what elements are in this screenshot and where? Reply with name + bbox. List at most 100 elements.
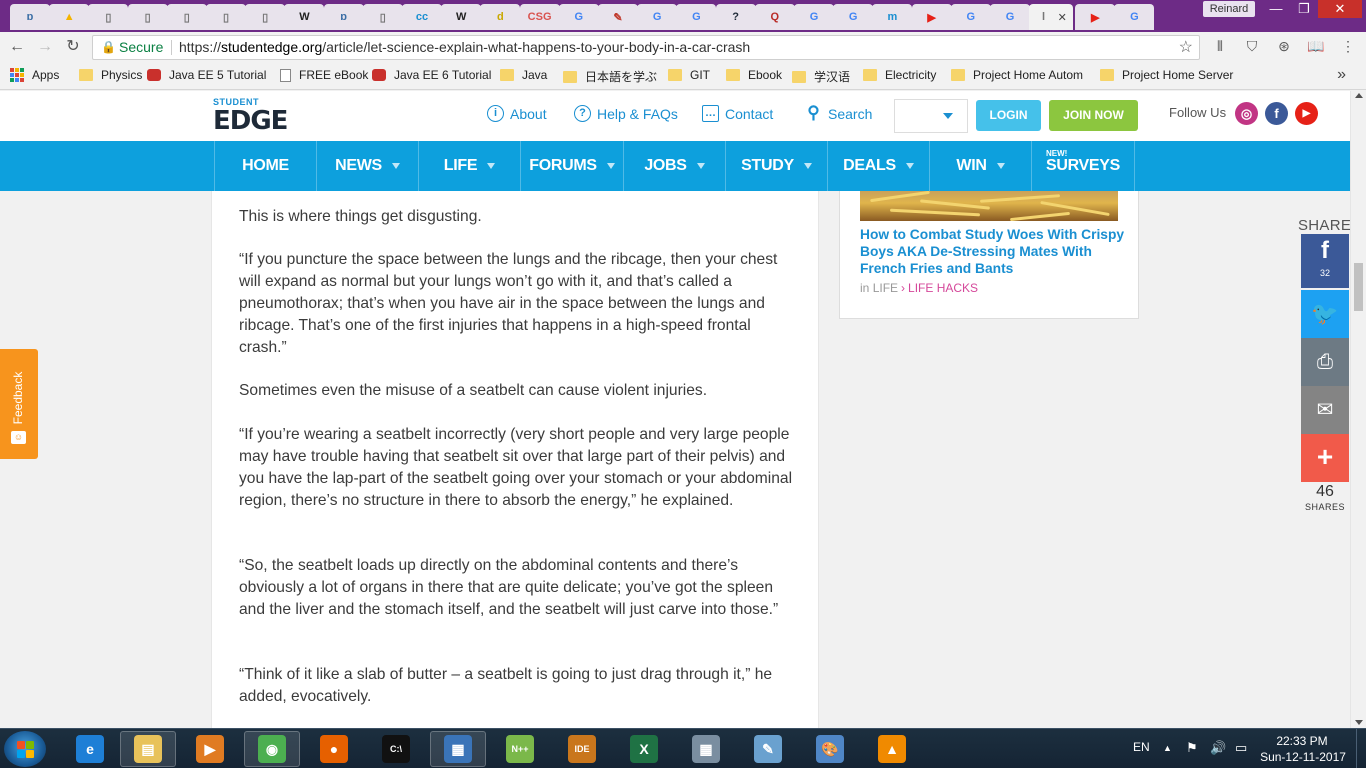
share-email-button[interactable]: ✉ xyxy=(1301,386,1349,434)
browser-tab[interactable]: Q xyxy=(754,4,795,30)
help-faqs-link[interactable]: ? Help & FAQs xyxy=(574,105,678,122)
browser-tab[interactable]: ▶ xyxy=(911,4,952,30)
share-more-button[interactable]: + xyxy=(1301,434,1349,482)
browser-tab[interactable]: G xyxy=(676,4,717,30)
bookmark-item[interactable]: Java xyxy=(500,68,547,82)
extension-shield-icon[interactable]: ⛉ xyxy=(1242,36,1262,56)
related-article-card[interactable]: How to Combat Study Woes With Crispy Boy… xyxy=(839,191,1139,319)
clock-date[interactable]: Sun-12-11-2017 xyxy=(1258,750,1348,764)
region-select[interactable] xyxy=(894,99,968,133)
browser-tab[interactable]: W xyxy=(284,4,325,30)
nav-jobs[interactable]: JOBS xyxy=(623,141,725,191)
volume-icon[interactable]: 🔊 xyxy=(1210,740,1226,756)
nav-news[interactable]: NEWS xyxy=(316,141,418,191)
nav-life[interactable]: LIFE xyxy=(418,141,520,191)
browser-tab[interactable]: ▯ xyxy=(166,4,207,30)
taskbar-media-player-button[interactable]: ▶ xyxy=(182,731,238,767)
nav-win[interactable]: WIN xyxy=(929,141,1031,191)
scroll-up-arrow-icon[interactable] xyxy=(1355,93,1363,98)
contact-link[interactable]: … Contact xyxy=(702,105,773,122)
extension-globe-icon[interactable]: ⊛ xyxy=(1274,36,1294,56)
browser-tab[interactable]: ɒ xyxy=(10,4,50,30)
taskbar-file-explorer-button[interactable]: ▤ xyxy=(120,731,176,767)
browser-tab[interactable]: ▯ xyxy=(362,4,403,30)
url-text[interactable]: https://studentedge.org/article/let-scie… xyxy=(179,36,750,59)
profile-button[interactable]: Reinard xyxy=(1203,1,1255,17)
bookmark-item[interactable]: GIT xyxy=(668,68,710,82)
bookmark-item[interactable]: Project Home Server xyxy=(1100,68,1233,82)
share-twitter-button[interactable]: 🐦 xyxy=(1301,290,1349,338)
bookmark-item[interactable]: 学汉语 xyxy=(792,68,850,85)
nav-deals[interactable]: DEALS xyxy=(827,141,929,191)
browser-tab[interactable]: G xyxy=(637,4,678,30)
browser-tab[interactable]: G xyxy=(990,4,1030,30)
taskbar-vlc-button[interactable]: ▲ xyxy=(864,731,920,767)
window-minimize-button[interactable]: — xyxy=(1262,0,1290,18)
taskbar-paint-button[interactable]: 🎨 xyxy=(802,731,858,767)
tab-close-icon[interactable]: ✕ xyxy=(1058,11,1067,24)
youtube-icon[interactable]: ▶ xyxy=(1295,102,1318,125)
feedback-tab[interactable]: Feedback ☺ xyxy=(0,349,38,459)
browser-tab[interactable]: ✎ xyxy=(598,4,638,30)
browser-tab[interactable]: ? xyxy=(715,4,756,30)
category-link[interactable]: LIFE xyxy=(873,281,898,295)
bookmarks-overflow-chevron-icon[interactable]: » xyxy=(1337,66,1346,84)
chrome-menu-icon[interactable]: ⋮ xyxy=(1338,36,1358,56)
browser-tab[interactable]: cc xyxy=(402,4,442,30)
search-link[interactable]: ⚲ Search xyxy=(805,104,872,122)
browser-tab[interactable]: W xyxy=(441,4,482,30)
about-link[interactable]: i About xyxy=(487,105,547,122)
join-now-button[interactable]: JOIN NOW xyxy=(1049,100,1138,131)
show-desktop-button[interactable] xyxy=(1356,729,1366,768)
taskbar-internet-explorer-button[interactable]: e xyxy=(62,731,118,767)
bookmark-item[interactable]: Java EE 6 Tutorial xyxy=(372,68,491,82)
related-article-title[interactable]: How to Combat Study Woes With Crispy Boy… xyxy=(860,226,1125,277)
start-button[interactable] xyxy=(4,731,46,767)
browser-tab[interactable]: m xyxy=(872,4,913,30)
taskbar-java-ee-ide-button[interactable]: IDE xyxy=(554,731,610,767)
bookmark-item[interactable]: 日本語を学ぶ xyxy=(563,68,657,85)
browser-tab[interactable]: G xyxy=(1114,4,1155,30)
taskbar-excel-button[interactable]: X xyxy=(616,731,672,767)
browser-tab[interactable]: ▯ xyxy=(206,4,246,30)
forward-button[interactable]: → xyxy=(34,36,56,58)
nav-forums[interactable]: FORUMS xyxy=(520,141,623,191)
action-center-flag-icon[interactable]: ⚑ xyxy=(1186,740,1198,756)
share-print-button[interactable]: ⎙ xyxy=(1301,338,1349,386)
taskbar-firefox-button[interactable]: ● xyxy=(306,731,362,767)
scrollbar-thumb[interactable] xyxy=(1354,263,1363,311)
site-logo[interactable]: EDGE xyxy=(213,106,288,136)
bookmark-item[interactable]: Ebook xyxy=(726,68,782,82)
share-facebook-button[interactable]: f 32 xyxy=(1301,234,1349,288)
bookmark-item[interactable]: Apps xyxy=(10,68,59,82)
language-indicator[interactable]: EN xyxy=(1133,740,1150,754)
browser-tab[interactable]: G xyxy=(950,4,991,30)
clock-time[interactable]: 22:33 PM xyxy=(1262,734,1342,748)
taskbar-notepad-plus-button[interactable]: N++ xyxy=(492,731,548,767)
address-bar[interactable]: 🔒 Secure https://studentedge.org/article… xyxy=(92,35,1200,60)
page-scrollbar[interactable] xyxy=(1350,91,1366,728)
taskbar-command-prompt-button[interactable]: C:\ xyxy=(368,731,424,767)
extension-grid-icon[interactable]: ⦀ xyxy=(1210,36,1230,56)
window-maximize-button[interactable]: ❐ xyxy=(1290,0,1318,18)
browser-tab[interactable]: ɒ xyxy=(323,4,364,30)
browser-tab[interactable]: ▯ xyxy=(127,4,168,30)
instagram-icon[interactable]: ◎ xyxy=(1235,102,1258,125)
window-close-button[interactable]: ✕ xyxy=(1318,0,1362,18)
taskbar-notes-button[interactable]: ✎ xyxy=(740,731,796,767)
browser-tab[interactable]: G xyxy=(558,4,599,30)
related-article-thumbnail[interactable] xyxy=(860,191,1118,221)
bookmark-item[interactable]: Project Home Autom xyxy=(951,68,1083,82)
browser-tab[interactable]: G xyxy=(833,4,874,30)
bookmark-star-icon[interactable]: ☆ xyxy=(1179,36,1193,59)
login-button[interactable]: LOGIN xyxy=(976,100,1041,131)
browser-tab[interactable]: ▯ xyxy=(88,4,129,30)
network-icon[interactable]: ▭ xyxy=(1235,740,1247,756)
bookmark-item[interactable]: FREE eBook xyxy=(280,68,368,82)
taskbar-calculator-button[interactable]: ▦ xyxy=(678,731,734,767)
browser-tab[interactable]: G xyxy=(794,4,834,30)
browser-tab[interactable]: ▲ xyxy=(49,4,90,30)
browser-tab[interactable]: d xyxy=(480,4,521,30)
extension-book-icon[interactable]: 📖 xyxy=(1306,36,1326,56)
nav-home[interactable]: HOME xyxy=(214,141,316,191)
